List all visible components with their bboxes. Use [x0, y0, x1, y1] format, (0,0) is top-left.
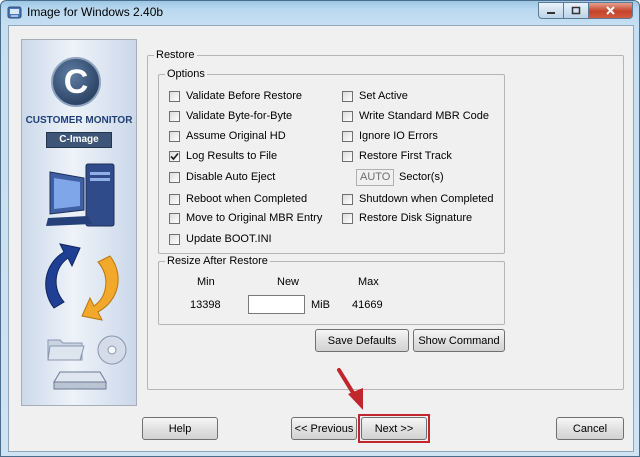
checkbox-move-to-original-mbr-entry[interactable]: Move to Original MBR Entry [169, 211, 322, 225]
computer-icon [46, 163, 115, 227]
checkbox-box[interactable] [169, 233, 180, 245]
restore-group-label: Restore [154, 49, 197, 61]
checkbox-set-active[interactable]: Set Active [342, 89, 408, 103]
close-icon [606, 5, 615, 15]
product-badge: C-Image [46, 132, 112, 148]
close-button[interactable] [589, 2, 633, 19]
logo-icon: C [51, 57, 101, 107]
window-title: Image for Windows 2.40b [27, 5, 164, 19]
checkbox-label: Disable Auto Eject [186, 171, 276, 183]
checkbox-restore-first-track[interactable]: Restore First Track [342, 149, 452, 163]
folder-icon [47, 339, 85, 361]
resize-group-label: Resize After Restore [165, 255, 270, 267]
show-command-button[interactable]: Show Command [413, 329, 505, 352]
help-button[interactable]: Help [142, 417, 218, 440]
checkbox-shutdown-when-completed[interactable]: Shutdown when Completed [342, 192, 494, 206]
checkbox-label: Shutdown when Completed [359, 193, 494, 205]
app-window: Image for Windows 2.40b C CUSTOMER MONIT… [0, 0, 640, 457]
checkbox-box[interactable] [342, 193, 353, 205]
previous-button[interactable]: << Previous [291, 417, 357, 440]
checkbox-box[interactable] [169, 150, 180, 162]
save-defaults-button[interactable]: Save Defaults [315, 329, 409, 352]
checkbox-label: Restore First Track [359, 150, 452, 162]
checkbox-label: Reboot when Completed [186, 193, 308, 205]
max-label: Max [358, 276, 379, 288]
sync-arrows-icon [45, 243, 119, 321]
checkbox-reboot-when-completed[interactable]: Reboot when Completed [169, 192, 307, 206]
sector-label: Sector(s) [399, 171, 444, 183]
checkbox-label: Move to Original MBR Entry [186, 212, 323, 224]
minimize-icon [547, 11, 555, 14]
checkbox-label: Validate Byte-for-Byte [186, 110, 293, 122]
checkbox-box[interactable] [169, 110, 180, 122]
new-size-input[interactable] [248, 295, 305, 314]
checkbox-box[interactable] [169, 212, 180, 224]
brand-name: CUSTOMER MONITOR [25, 115, 133, 126]
checkbox-box[interactable] [342, 110, 353, 122]
checkbox-box[interactable] [169, 90, 180, 102]
sidebar-panel: C CUSTOMER MONITOR C-Image [21, 39, 137, 406]
minimize-button[interactable] [538, 2, 564, 19]
checkbox-disable-auto-eject[interactable]: Disable Auto Eject [169, 170, 275, 184]
hard-drive-icon [53, 371, 107, 390]
options-group: Options Validate Before Restore Validate… [158, 68, 505, 254]
sector-count-input: AUTO [356, 169, 394, 186]
checkmark-icon [170, 152, 179, 160]
new-label: New [277, 276, 300, 288]
checkbox-label: Restore Disk Signature [359, 212, 473, 224]
caption-buttons [538, 2, 633, 20]
checkbox-box[interactable] [169, 171, 180, 183]
checkbox-label: Validate Before Restore [186, 90, 302, 102]
maximize-button[interactable] [564, 2, 589, 19]
checkbox-label: Log Results to File [186, 150, 278, 162]
maximize-icon [571, 6, 581, 15]
restore-group: Restore Options Validate Before Restore … [147, 49, 624, 390]
checkbox-label: Ignore IO Errors [359, 130, 438, 142]
checkbox-ignore-io-errors[interactable]: Ignore IO Errors [342, 129, 438, 143]
checkbox-box[interactable] [342, 212, 353, 224]
checkbox-write-standard-mbr-code[interactable]: Write Standard MBR Code [342, 109, 489, 123]
disc-icon [97, 335, 127, 365]
checkbox-update-boot-ini[interactable]: Update BOOT.INI [169, 232, 272, 246]
checkbox-label: Write Standard MBR Code [359, 110, 490, 122]
checkbox-box[interactable] [342, 150, 353, 162]
checkbox-assume-original-hd[interactable]: Assume Original HD [169, 129, 286, 143]
resize-group: Resize After Restore Min New Max 13398 M… [158, 255, 505, 325]
title-bar[interactable]: Image for Windows 2.40b [1, 1, 639, 25]
logo-letter: C [63, 63, 89, 101]
checkbox-box[interactable] [342, 90, 353, 102]
checkbox-box[interactable] [169, 130, 180, 142]
options-group-label: Options [165, 68, 207, 80]
checkbox-validate-before-restore[interactable]: Validate Before Restore [169, 89, 302, 103]
min-label: Min [197, 276, 215, 288]
client-area: C CUSTOMER MONITOR C-Image Restore Optio… [8, 25, 634, 452]
max-value: 41669 [352, 299, 383, 311]
checkbox-label: Update BOOT.INI [186, 233, 272, 245]
checkbox-log-results-to-file[interactable]: Log Results to File [169, 149, 277, 163]
checkbox-label: Assume Original HD [186, 130, 286, 142]
min-value: 13398 [190, 299, 221, 311]
next-button-highlight [358, 414, 430, 443]
checkbox-restore-disk-signature[interactable]: Restore Disk Signature [342, 211, 472, 225]
checkbox-validate-byte-for-byte[interactable]: Validate Byte-for-Byte [169, 109, 292, 123]
checkbox-label: Set Active [359, 90, 408, 102]
app-icon [7, 6, 22, 19]
cancel-button[interactable]: Cancel [556, 417, 624, 440]
checkbox-box[interactable] [169, 193, 180, 205]
checkbox-box[interactable] [342, 130, 353, 142]
unit-label: MiB [311, 299, 330, 311]
pointer-arrow-icon [337, 368, 363, 410]
